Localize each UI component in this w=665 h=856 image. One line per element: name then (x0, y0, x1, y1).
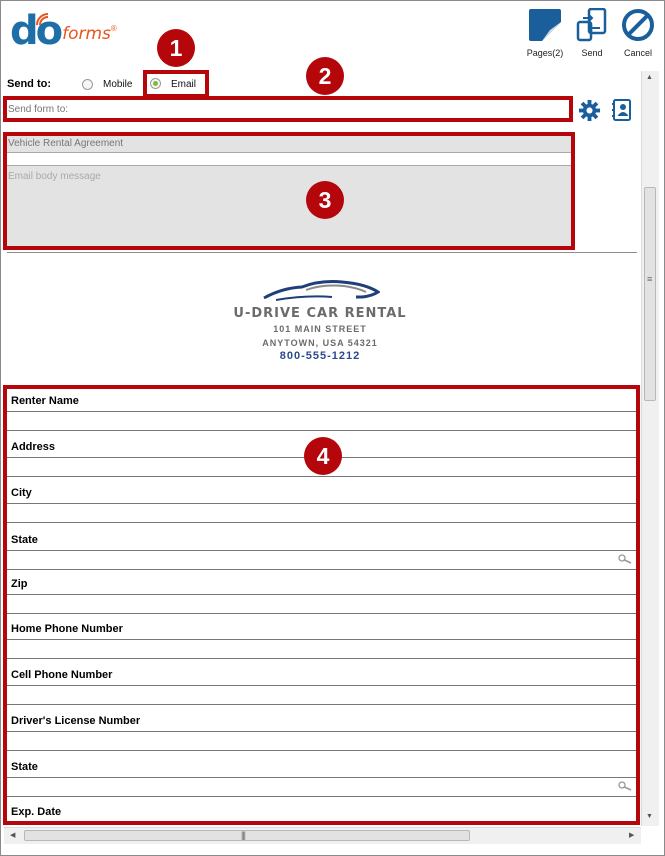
state-input[interactable] (7, 550, 636, 570)
email-subject-field[interactable]: Vehicle Rental Agreement (7, 136, 571, 153)
gear-icon[interactable] (578, 99, 601, 122)
pages-button[interactable]: Pages(2) (519, 8, 571, 58)
scroll-left-arrow-icon[interactable]: ◀ (10, 831, 15, 839)
company-header: U-DRIVE CAR RENTAL 101 MAIN STREET ANYTO… (210, 278, 430, 362)
cancel-button[interactable]: Cancel (612, 8, 664, 58)
city-input[interactable] (7, 503, 636, 523)
company-phone: 800-555-1212 (279, 350, 361, 362)
send-form-to-input[interactable] (8, 101, 568, 117)
field-label: Address (11, 441, 56, 453)
field-label: Zip (11, 578, 28, 590)
email-body-field[interactable]: Email body message (7, 166, 571, 246)
pages-label: Pages(2) (526, 48, 564, 58)
scroll-right-arrow-icon[interactable]: ▶ (629, 831, 634, 839)
field-label: Driver's License Number (11, 715, 141, 727)
company-name: U-DRIVE CAR RENTAL (233, 306, 407, 321)
callout-badge-4: 4 (304, 437, 342, 475)
address-book-icon[interactable] (612, 99, 632, 121)
send-icon (576, 7, 607, 42)
vertical-scrollbar[interactable]: ▲ ≡ ▼ (641, 71, 659, 826)
search-icon[interactable] (618, 554, 632, 564)
send-label: Send (581, 48, 603, 58)
email-body-placeholder: Email body message (8, 171, 101, 182)
send-to-label: Send to: (7, 78, 51, 90)
field-label: State (11, 761, 38, 773)
scroll-down-arrow-icon[interactable]: ▼ (646, 813, 653, 820)
email-subject-spacer (7, 153, 571, 166)
scroll-up-arrow-icon[interactable]: ▲ (646, 74, 653, 81)
field-label: State (11, 534, 38, 546)
field-label: Renter Name (11, 395, 79, 407)
logo-forms-text: forms (62, 24, 111, 44)
company-city: ANYTOWN, USA 54321 (262, 338, 378, 348)
vertical-scroll-thumb[interactable]: ≡ (644, 187, 656, 401)
license-number-input[interactable] (7, 731, 636, 751)
cancel-label: Cancel (623, 48, 652, 58)
callout-box-1 (143, 70, 209, 98)
callout-badge-1: 1 (157, 29, 195, 67)
logo-reg-mark: ® (110, 23, 117, 33)
company-street: 101 MAIN STREET (273, 324, 367, 334)
cell-phone-input[interactable] (7, 685, 636, 705)
renter-name-input[interactable] (7, 411, 636, 431)
callout-badge-2: 2 (306, 57, 344, 95)
grip-icon: ≡ (647, 274, 652, 284)
email-subject-text: Vehicle Rental Agreement (8, 138, 124, 149)
pages-icon (529, 9, 561, 41)
signal-waves-icon (36, 13, 49, 26)
field-label: Home Phone Number (11, 623, 123, 635)
send-button[interactable]: Send (566, 7, 618, 58)
mobile-radio[interactable] (82, 79, 93, 90)
field-label: Exp. Date (11, 806, 62, 818)
search-icon[interactable] (618, 781, 632, 791)
license-state-input[interactable] (7, 777, 636, 797)
divider (7, 252, 637, 253)
zip-input[interactable] (7, 594, 636, 614)
grip-icon: ||| (241, 830, 246, 840)
home-phone-input[interactable] (7, 639, 636, 659)
horizontal-scroll-thumb[interactable]: ||| (24, 830, 470, 841)
car-logo-icon (263, 280, 380, 301)
horizontal-scrollbar[interactable]: ◀ ||| ▶ (4, 827, 641, 844)
callout-badge-3: 3 (306, 181, 344, 219)
field-label: Cell Phone Number (11, 669, 113, 681)
cancel-icon (622, 9, 654, 41)
mobile-radio-label[interactable]: Mobile (103, 79, 132, 90)
doforms-logo: do forms ® (10, 11, 117, 51)
field-label: City (11, 487, 32, 499)
